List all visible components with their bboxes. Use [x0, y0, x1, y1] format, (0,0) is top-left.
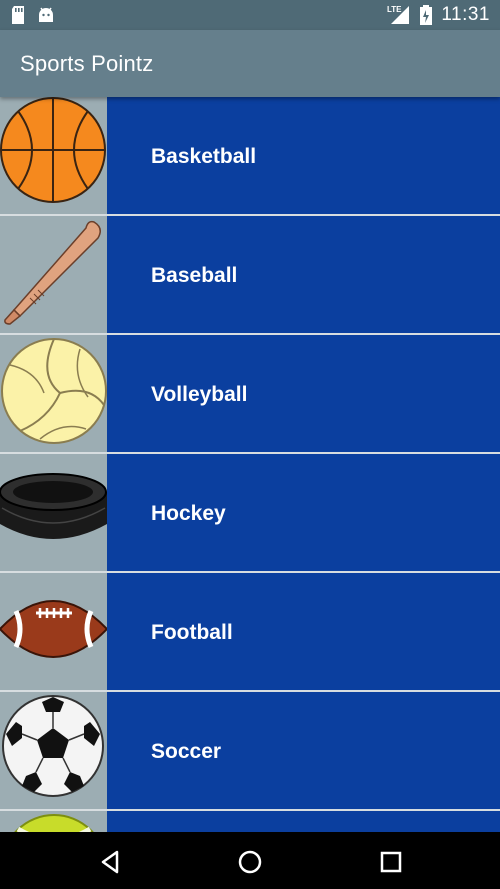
basketball-icon	[0, 97, 106, 203]
thumb	[0, 335, 107, 452]
app-title: Sports Pointz	[20, 51, 154, 76]
list-item-football[interactable]: Football	[0, 573, 500, 692]
list-item-tennis[interactable]	[0, 811, 500, 832]
sports-list[interactable]: Basketball Baseball Volleyball Hockey Fo…	[0, 97, 500, 832]
volleyball-icon	[1, 338, 107, 444]
football-icon	[0, 600, 107, 658]
sport-label: Football	[151, 621, 233, 644]
hockey-puck-icon	[0, 473, 107, 539]
back-icon[interactable]	[95, 847, 125, 877]
thumb	[0, 811, 107, 832]
thumb	[0, 216, 107, 333]
list-item-baseball[interactable]: Baseball	[0, 216, 500, 335]
svg-text:LTE: LTE	[387, 5, 402, 14]
sport-label: Volleyball	[151, 383, 248, 406]
thumb	[0, 454, 107, 571]
sport-label: Baseball	[151, 264, 238, 287]
thumb	[0, 573, 107, 690]
sport-label: Soccer	[151, 740, 222, 763]
app-bar: Sports Pointz	[0, 30, 500, 97]
android-icon	[36, 5, 56, 25]
list-item-volleyball[interactable]: Volleyball	[0, 335, 500, 454]
recents-icon[interactable]	[376, 847, 406, 877]
thumb	[0, 692, 107, 809]
soccer-ball-icon	[2, 695, 104, 797]
thumb	[0, 97, 107, 214]
navigation-bar	[0, 832, 500, 889]
sport-label: Basketball	[151, 145, 257, 168]
home-icon[interactable]	[235, 847, 265, 877]
sport-label: Hockey	[151, 502, 226, 525]
list-item-soccer[interactable]: Soccer	[0, 692, 500, 811]
battery-icon	[419, 4, 433, 26]
sd-card-icon	[10, 5, 26, 25]
tennis-ball-icon	[14, 814, 94, 832]
baseball-bat-icon	[4, 220, 101, 325]
list-item-basketball[interactable]: Basketball	[0, 97, 500, 216]
status-time: 11:31	[441, 4, 490, 25]
lte-signal-icon: LTE	[387, 4, 411, 26]
status-bar: LTE 11:31	[0, 0, 500, 30]
list-item-hockey[interactable]: Hockey	[0, 454, 500, 573]
